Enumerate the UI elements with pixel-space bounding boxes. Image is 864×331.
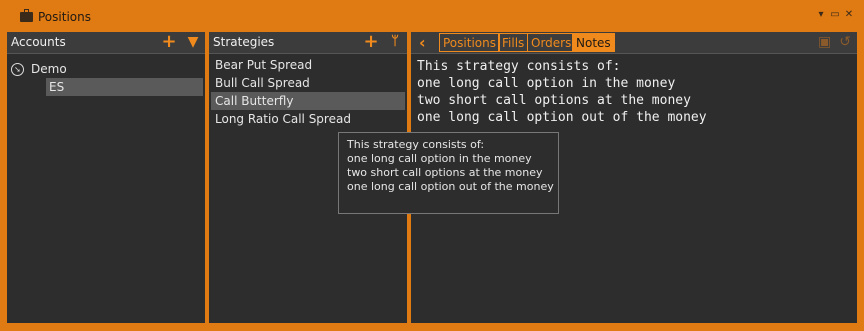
accounts-header: Accounts + ▼ <box>7 32 205 54</box>
list-item[interactable]: Long Ratio Call Spread <box>211 110 405 128</box>
strategies-title: Strategies <box>213 35 275 49</box>
restore-icon[interactable]: ▭ <box>830 9 840 21</box>
positions-window: Positions ▾ ▭ ✕ Accounts + ▼ ➘ Demo ES S… <box>0 0 864 331</box>
filter-icon[interactable]: ▼ <box>185 34 201 50</box>
undo-icon[interactable]: ↺ <box>839 34 851 50</box>
tab-positions[interactable]: Positions <box>439 33 500 52</box>
tooltip-line: one long call option in the money <box>347 152 532 165</box>
tooltip-line: This strategy consists of: <box>347 138 485 151</box>
branch-icon[interactable]: ᛘ <box>387 34 403 50</box>
tab-notes[interactable]: Notes <box>572 33 615 52</box>
title-bar: Positions ▾ ▭ ✕ <box>0 0 864 32</box>
briefcase-icon <box>20 9 33 22</box>
dropdown-icon[interactable]: ▾ <box>816 9 826 21</box>
plus-icon[interactable]: + <box>161 33 177 51</box>
list-item-selected[interactable]: Call Butterfly <box>211 92 405 110</box>
notes-actions: ▣ ↺ <box>818 34 851 50</box>
close-icon[interactable]: ✕ <box>844 9 854 21</box>
window-title: Positions <box>38 10 91 24</box>
plus-icon[interactable]: + <box>363 33 379 51</box>
chevron-left-icon[interactable]: ‹ <box>419 33 426 52</box>
save-icon[interactable]: ▣ <box>818 34 831 50</box>
expand-icon[interactable]: ➘ <box>11 62 24 76</box>
accounts-panel: Accounts + ▼ ➘ Demo ES <box>7 32 205 323</box>
window-controls: ▾ ▭ ✕ <box>816 9 854 21</box>
strategy-tooltip: This strategy consists of: one long call… <box>338 132 559 214</box>
tab-orders[interactable]: Orders <box>527 33 576 52</box>
tree-item-label: Demo <box>31 62 67 76</box>
details-tabs: ‹ Positions Fills Orders Notes ▣ ↺ <box>411 32 857 54</box>
notes-editor[interactable]: This strategy consists of: one long call… <box>417 58 707 126</box>
strategies-header: Strategies + ᛘ <box>209 32 407 54</box>
tree-item-es[interactable]: ES <box>46 78 203 96</box>
strategies-list: Bear Put Spread Bull Call Spread Call Bu… <box>209 56 407 128</box>
tree-item-demo[interactable]: ➘ Demo <box>11 60 67 78</box>
tab-fills[interactable]: Fills <box>498 33 529 52</box>
tooltip-line: one long call option out of the money <box>347 180 554 193</box>
tooltip-line: two short call options at the money <box>347 166 543 179</box>
list-item[interactable]: Bull Call Spread <box>211 74 405 92</box>
list-item[interactable]: Bear Put Spread <box>211 56 405 74</box>
accounts-title: Accounts <box>11 35 66 49</box>
